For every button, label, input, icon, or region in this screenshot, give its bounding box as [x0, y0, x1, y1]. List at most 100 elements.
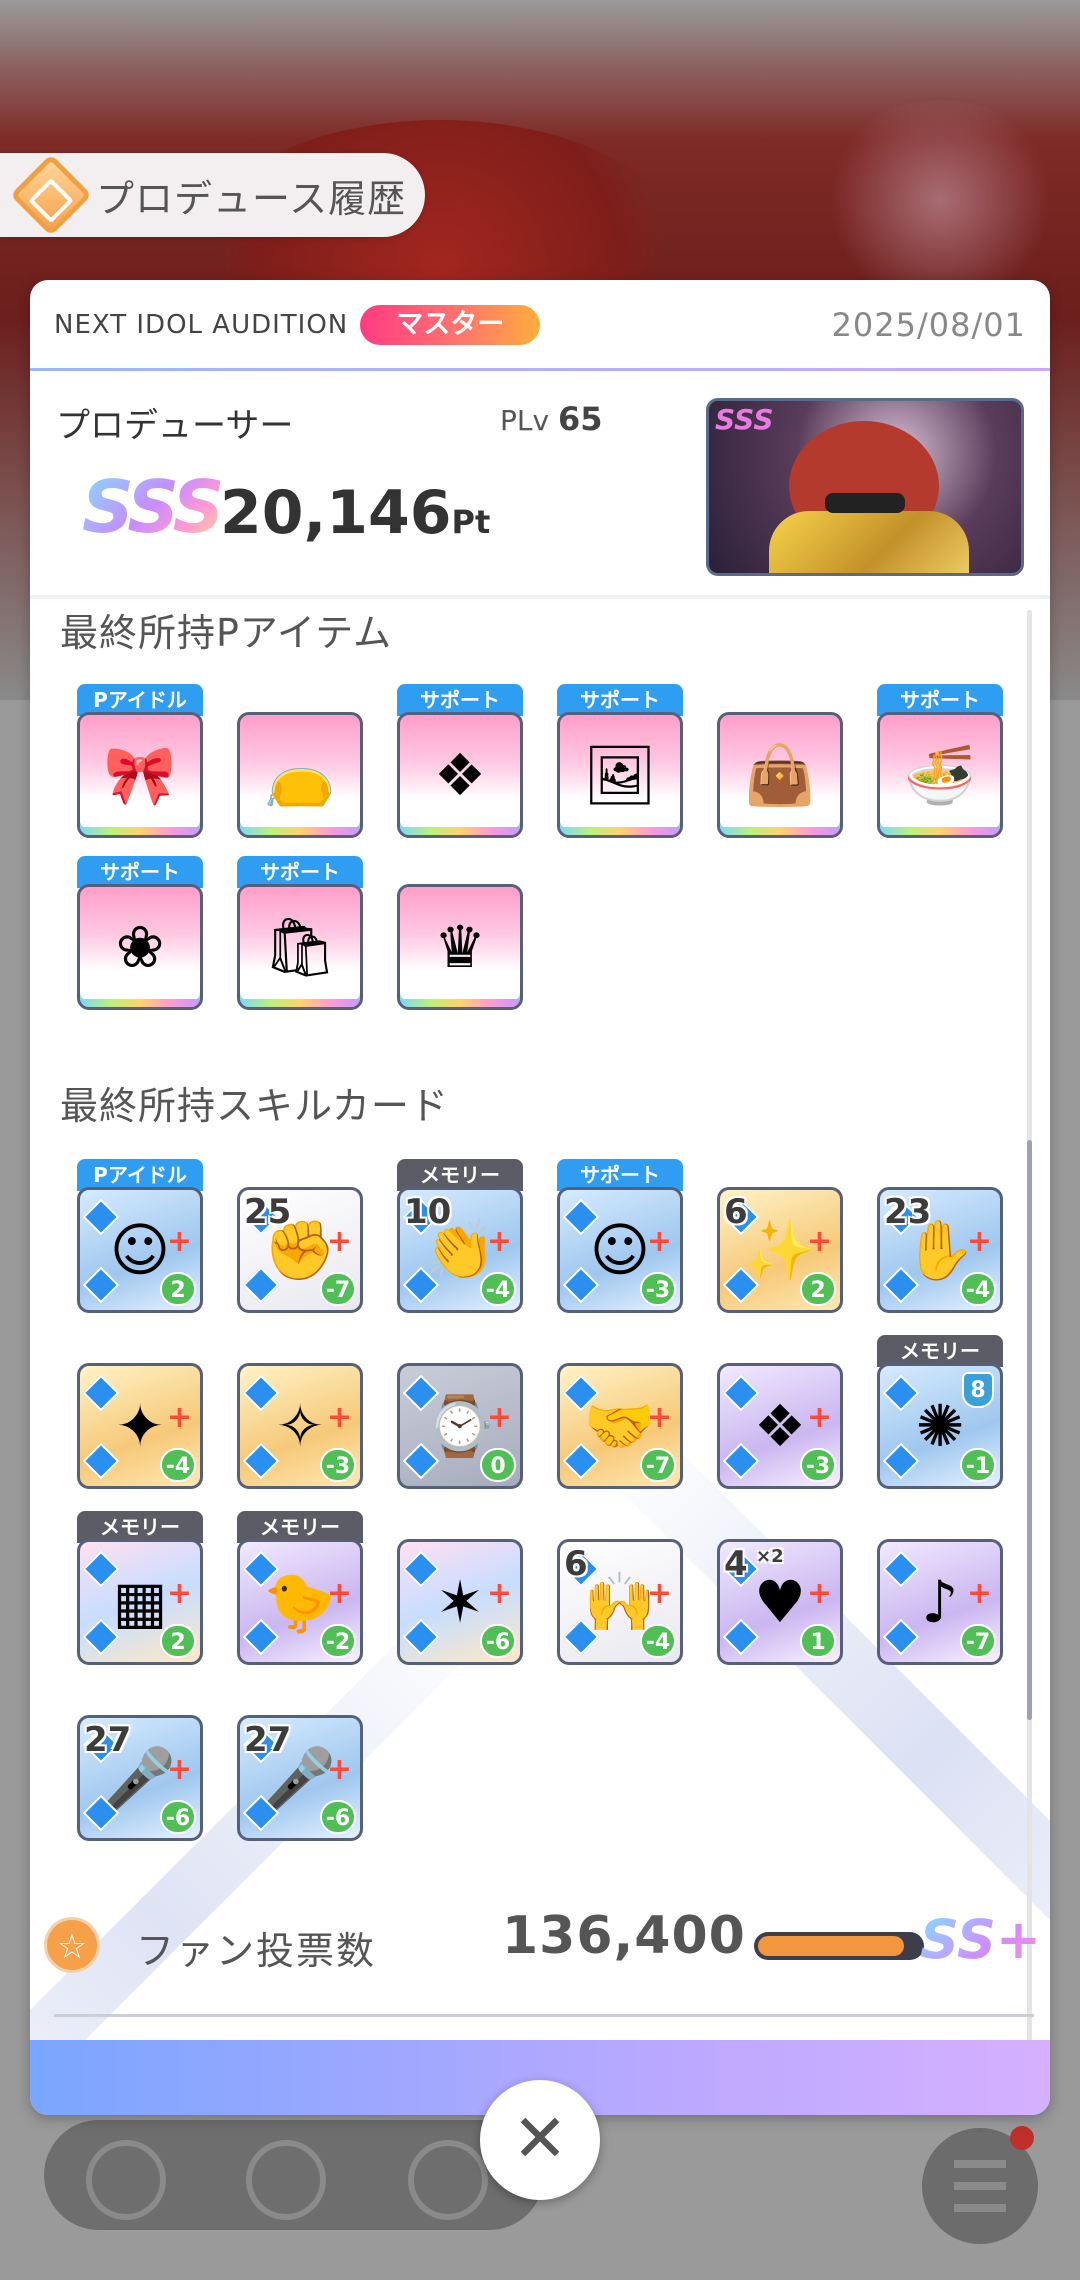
tote-bag-icon: 👜 [743, 741, 817, 809]
skill-card-tile[interactable]: 👏 10 + -4 [397, 1187, 523, 1313]
header-divider [30, 368, 1050, 371]
score-unit: Pt [451, 503, 491, 541]
producer-level: PLv 65 [500, 400, 603, 438]
panel-decoration [590, 1410, 1050, 2097]
p-item-tile[interactable]: 👝 [237, 712, 363, 838]
skill-card-tile[interactable]: ✦ + -4 [77, 1363, 203, 1489]
card-cost-badge: -4 [960, 1272, 996, 1306]
fan-rank-badge: SS+ [920, 1908, 1042, 1971]
enhanced-plus-icon: + [646, 1576, 672, 1611]
skill-card-tile[interactable]: ♥ 4 + ×2 1 [717, 1539, 843, 1665]
skill-card-tile[interactable]: ✊ 25 + -7 [237, 1187, 363, 1313]
enhanced-plus-icon: + [166, 1576, 192, 1611]
enhanced-plus-icon: + [486, 1576, 512, 1611]
enhanced-plus-icon: + [166, 1400, 192, 1435]
skill-card-tile[interactable]: ▦ +2 [77, 1539, 203, 1665]
score: 20,146Pt [220, 478, 490, 548]
background-blob [820, 100, 1060, 300]
nav-icon[interactable] [408, 2140, 488, 2220]
skill-card-tile[interactable]: 🤝 + -7 [557, 1363, 683, 1489]
card-count: 23 [884, 1192, 932, 1232]
card-count: 27 [244, 1720, 292, 1760]
skill-card-tile[interactable]: 🎤 27 + -6 [237, 1715, 363, 1841]
p-item-tile[interactable]: 🍜 [877, 712, 1003, 838]
p-item-tile[interactable]: ♛ [397, 884, 523, 1010]
tile-rim [400, 999, 520, 1007]
skill-card-tile[interactable]: ♪ + -7 [877, 1539, 1003, 1665]
nav-icon[interactable] [246, 2140, 326, 2220]
skill-card-tile[interactable]: 🎤 27 + -6 [77, 1715, 203, 1841]
rank-emblem: SSS [82, 465, 224, 549]
skill-card-tile[interactable]: ✧ + -3 [237, 1363, 363, 1489]
card-cost-badge: -7 [640, 1448, 676, 1482]
card-cost-badge: 2 [160, 1272, 196, 1306]
enhanced-plus-icon: + [326, 1224, 352, 1259]
p-item-tile[interactable]: ❖ [397, 712, 523, 838]
history-header: プロデュース履歴 [0, 153, 425, 237]
enhanced-plus-icon: + [806, 1576, 832, 1611]
producer-label: プロデューサー [56, 406, 294, 446]
card-multiplier: ×2 [756, 1546, 784, 1567]
skill-card-tile[interactable]: ☺ +2 [77, 1187, 203, 1313]
history-title: プロデュース履歴 [96, 176, 407, 221]
skill-card-tile[interactable]: ✨ 6 +2 [717, 1187, 843, 1313]
score-value: 20,146 [220, 478, 452, 548]
skill-card-tile[interactable]: ✺ 8 -1 [877, 1363, 1003, 1489]
idol-thumbnail[interactable]: SSS [706, 398, 1024, 576]
p-item-tile[interactable]: 👜 [717, 712, 843, 838]
skill-card-tile[interactable]: 🐤 + -2 [237, 1539, 363, 1665]
card-cost-badge: -4 [160, 1448, 196, 1482]
fan-vote-progress-fill [758, 1936, 904, 1956]
close-button[interactable]: ✕ [480, 2080, 600, 2200]
skill-card-tile[interactable]: 🙌 6 + -4 [557, 1539, 683, 1665]
tile-rim [240, 827, 360, 835]
card-cost-badge: -3 [800, 1448, 836, 1482]
enhanced-plus-icon: + [326, 1400, 352, 1435]
enhanced-plus-icon: + [646, 1224, 672, 1259]
p-item-tile[interactable]: 🛍 [237, 884, 363, 1010]
fan-vote-value: 136,400 [502, 1906, 746, 1966]
difficulty-badge: マスター [360, 305, 541, 345]
fan-divider [54, 2014, 1034, 2017]
enhanced-plus-icon: + [806, 1400, 832, 1435]
upgrade-level-badge: 8 [962, 1372, 994, 1408]
skill-card-tile[interactable]: ☺ + -3 [557, 1187, 683, 1313]
photo-frame-icon: 🖼 [583, 741, 657, 809]
tile-rim [560, 827, 680, 835]
section-divider [30, 595, 1050, 599]
card-cost-badge: -3 [320, 1448, 356, 1482]
produce-history-panel: NEXT IDOL AUDITION マスター 2025/08/01 プロデュー… [30, 280, 1050, 2115]
home-icon[interactable] [86, 2140, 166, 2220]
thumbnail-jacket [769, 511, 969, 573]
hamburger-icon [954, 2160, 1006, 2212]
tile-rim [720, 827, 840, 835]
skill-card-tile[interactable]: ⌚ +0 [397, 1363, 523, 1489]
tile-rim [80, 827, 200, 835]
card-cost-badge: -7 [320, 1272, 356, 1306]
card-count: 6 [564, 1544, 588, 1584]
notification-dot [1010, 2126, 1034, 2150]
skill-cards-title: 最終所持スキルカード [60, 1084, 449, 1128]
skill-card-tile[interactable]: ✶ + -6 [397, 1539, 523, 1665]
shopping-bag-icon: 🛍 [263, 913, 337, 981]
card-cost-badge: 0 [480, 1448, 516, 1482]
p-item-tile[interactable]: 🎀 [77, 712, 203, 838]
audition-date: 2025/08/01 [831, 306, 1026, 344]
scrollbar-thumb[interactable] [1027, 1140, 1032, 1720]
card-cost-badge: -1 [960, 1448, 996, 1482]
p-item-tile[interactable]: ❀ [77, 884, 203, 1010]
skill-card-tile[interactable]: ❖ + -3 [717, 1363, 843, 1489]
card-cost-badge: -7 [960, 1624, 996, 1658]
thumbnail-glasses [825, 493, 905, 513]
bow-icon: 🎀 [103, 741, 177, 809]
p-item-tile[interactable]: 🖼 [557, 712, 683, 838]
fan-vote-progress [754, 1932, 924, 1960]
handkerchief-icon: ❖ [434, 741, 486, 809]
tile-rim [400, 827, 520, 835]
enhanced-plus-icon: + [486, 1400, 512, 1435]
enhanced-plus-icon: + [966, 1224, 992, 1259]
ramen-ticket-icon: 🍜 [903, 741, 977, 809]
skill-card-tile[interactable]: ✋ 23 + -4 [877, 1187, 1003, 1313]
card-cost-badge: 2 [160, 1624, 196, 1658]
enhanced-plus-icon: + [966, 1576, 992, 1611]
